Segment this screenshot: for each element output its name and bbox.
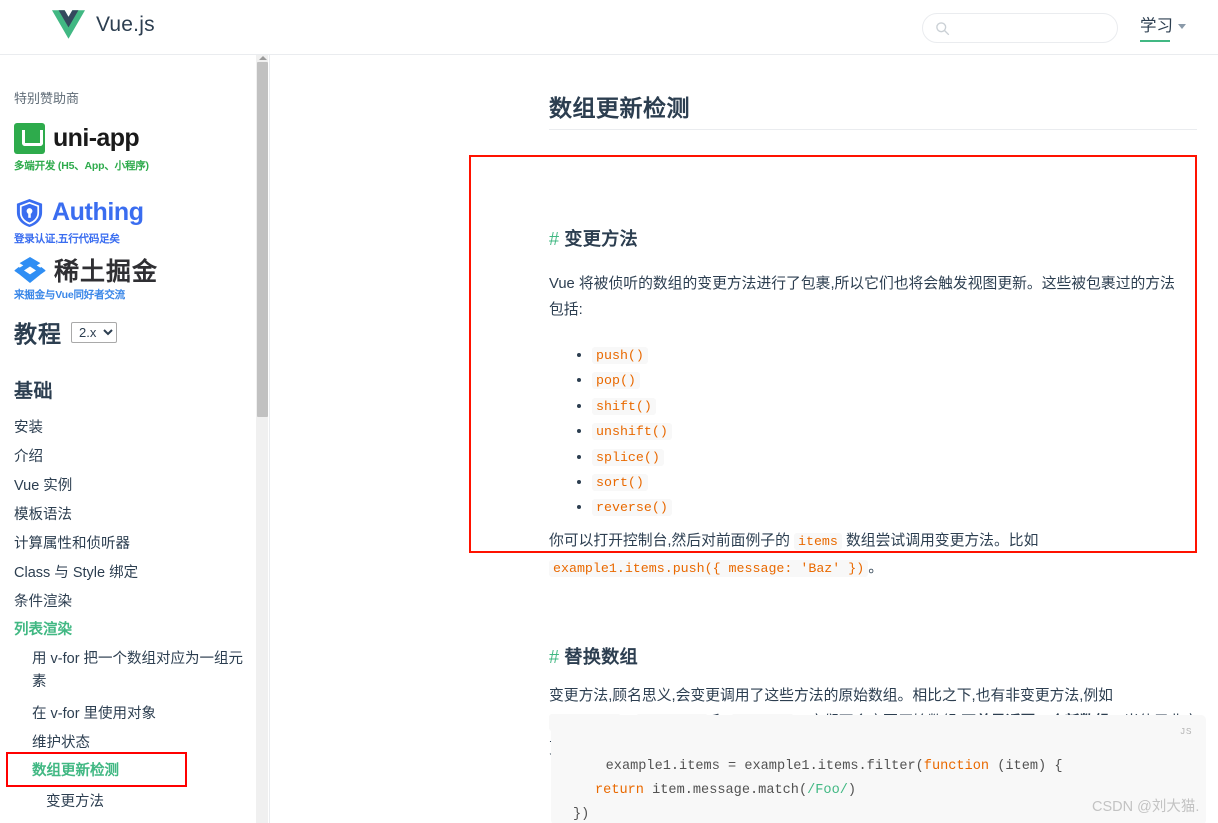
section1-closing-pre: 你可以打开控制台,然后对前面例子的 (549, 533, 794, 549)
sponsor-uni-app-tagline: 多端开发 (H5、App、小程序) (14, 158, 149, 173)
title-divider (549, 129, 1197, 130)
main-content: 数组更新检测 #变更方法 Vue 将被侦听的数组的变更方法进行了包裹,所以它们也… (270, 55, 1218, 823)
sponsor-uni-app-name: uni-app (53, 124, 139, 153)
watermark: CSDN @刘大猫. (1092, 795, 1199, 816)
nav-link-learn[interactable]: 学习 (1140, 12, 1186, 42)
version-select[interactable]: 2.x 3.x (71, 322, 117, 343)
uni-app-logo-icon (14, 123, 45, 154)
sponsor-authing[interactable]: Authing (14, 197, 144, 228)
section-heading-mutation-methods-label: 变更方法 (564, 229, 638, 249)
list-item: unshift() (592, 419, 672, 444)
sidebar-scrollbar-thumb[interactable] (257, 62, 268, 417)
sponsor-authing-name: Authing (52, 198, 144, 227)
code-block-language-badge: JS (1180, 720, 1192, 744)
code-push-example: example1.items.push({ message: 'Baz' }) (549, 560, 868, 577)
sidebar-item-instance[interactable]: Vue 实例 (14, 476, 72, 496)
sidebar-subitem-v-for-object[interactable]: 在 v-for 里使用对象 (32, 703, 248, 726)
sponsor-juejin-name: 稀土掘金 (54, 252, 158, 288)
code-line1-keyword: function (924, 759, 989, 774)
sidebar-item-intro[interactable]: 介绍 (14, 447, 43, 467)
mutation-method-list: push() pop() shift() unshift() splice() … (570, 343, 672, 521)
search-icon (935, 21, 950, 36)
code-items: items (794, 533, 842, 550)
brand-title: Vue.js (96, 13, 155, 37)
search-box[interactable] (922, 13, 1118, 43)
list-item: shift() (592, 394, 672, 419)
heading-anchor-icon[interactable]: # (549, 647, 559, 667)
sponsor-section-label: 特别赞助商 (14, 88, 79, 107)
juejin-logo-icon (14, 257, 46, 283)
authing-shield-icon (14, 197, 45, 228)
section-heading-mutation-methods: #变更方法 (549, 225, 638, 251)
sidebar-item-template[interactable]: 模板语法 (14, 505, 72, 525)
sponsor-juejin-tagline: 来掘金与Vue同好者交流 (14, 287, 125, 302)
section1-closing-mid: 数组尝试调用变更方法。比如 (842, 533, 1038, 549)
sidebar-subitem-v-for-array[interactable]: 用 v-for 把一个数组对应为一组元素 (32, 648, 248, 694)
sidebar-scrollbar[interactable] (256, 55, 269, 823)
heading-anchor-icon[interactable]: # (549, 229, 559, 249)
list-item: reverse() (592, 495, 672, 520)
code-line2-regex: /Foo/ (807, 783, 848, 798)
sidebar-item-list-rendering[interactable]: 列表渲染 (14, 620, 72, 640)
search-input[interactable] (955, 14, 1111, 42)
code-line3: }) (573, 807, 589, 822)
code-line1-a: example1.items = example1.items.filter( (606, 759, 924, 774)
list-item: sort() (592, 470, 672, 495)
method-splice: splice() (592, 449, 664, 466)
chevron-up-icon[interactable] (259, 56, 267, 60)
list-item: pop() (592, 368, 672, 393)
tutorial-title: 教程 (14, 315, 62, 349)
method-shift: shift() (592, 398, 656, 415)
sidebar-divider (269, 55, 270, 823)
vue-logo-icon (52, 10, 85, 39)
method-sort: sort() (592, 474, 648, 491)
method-pop: pop() (592, 372, 640, 389)
section1-closing-post: 。 (868, 560, 883, 576)
chevron-down-icon (1178, 24, 1186, 29)
sidebar-subitem-array-change-detection[interactable]: 数组更新检测 (32, 760, 248, 783)
sidebar: 特别赞助商 uni-app 多端开发 (H5、App、小程序) Authing … (0, 55, 256, 823)
page-title: 数组更新检测 (549, 89, 690, 123)
sidebar-subitem-mutation-methods[interactable]: 变更方法 (46, 791, 256, 814)
method-unshift: unshift() (592, 423, 672, 440)
code-line1-b: (item) { (989, 759, 1062, 774)
section1-paragraph: Vue 将被侦听的数组的变更方法进行了包裹,所以它们也将会触发视图更新。这些被包… (549, 271, 1181, 323)
sponsor-uni-app[interactable]: uni-app (14, 123, 139, 154)
method-reverse: reverse() (592, 499, 672, 516)
section-heading-replace-array-label: 替换数组 (564, 647, 638, 667)
sponsor-authing-tagline: 登录认证,五行代码足矣 (14, 231, 120, 246)
list-item: push() (592, 343, 672, 368)
section1-closing-paragraph: 你可以打开控制台,然后对前面例子的 items 数组尝试调用变更方法。比如 ex… (549, 528, 1189, 582)
sidebar-item-install[interactable]: 安装 (14, 418, 43, 438)
sponsor-juejin[interactable]: 稀土掘金 (14, 252, 158, 288)
section-heading-replace-array: #替换数组 (549, 643, 638, 669)
method-push: push() (592, 347, 648, 364)
sidebar-item-computed[interactable]: 计算属性和侦听器 (14, 534, 130, 554)
code-line2-b: ) (848, 783, 856, 798)
nav-link-learn-label: 学习 (1140, 17, 1173, 35)
tutorial-header: 教程 2.x 3.x (14, 315, 117, 349)
sidebar-subitem-maintain-state[interactable]: 维护状态 (32, 732, 248, 755)
sidebar-item-class-style[interactable]: Class 与 Style 绑定 (14, 563, 138, 583)
sidebar-group-basics: 基础 (14, 376, 53, 403)
code-line2-keyword: return (573, 783, 644, 798)
section2-part1: 变更方法,顾名思义,会变更调用了这些方法的原始数组。相比之下,也有非变更方法,例… (549, 688, 1113, 704)
top-navbar: Vue.js 学习 生 (0, 0, 1218, 55)
sidebar-item-conditional[interactable]: 条件渲染 (14, 592, 72, 612)
nav-links: 学习 生 (1140, 12, 1218, 42)
list-item: splice() (592, 445, 672, 470)
code-line2-a: item.message.match( (644, 783, 807, 798)
brand-home-link[interactable]: Vue.js (52, 10, 155, 39)
